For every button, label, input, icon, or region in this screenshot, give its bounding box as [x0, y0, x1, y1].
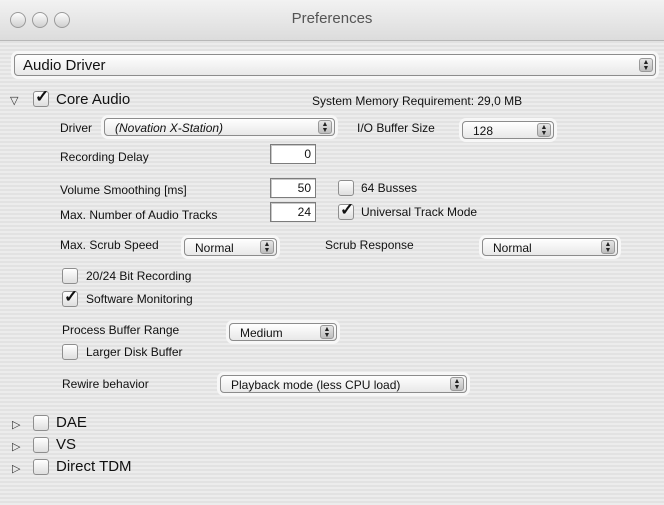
- vs-checkbox[interactable]: [33, 437, 49, 453]
- disclosure-triangle-collapsed-icon[interactable]: ▷: [12, 462, 20, 475]
- volume-smoothing-field[interactable]: 50: [270, 178, 316, 198]
- checkmark-icon: ✓: [64, 287, 79, 306]
- process-buffer-select[interactable]: Medium ▲ ▼: [229, 323, 337, 341]
- max-tracks-label: Max. Number of Audio Tracks: [60, 208, 218, 222]
- process-buffer-select-value: Medium: [240, 326, 283, 340]
- popup-arrows-icon: ▲ ▼: [450, 377, 464, 391]
- scrub-response-select-value: Normal: [493, 241, 532, 255]
- category-select[interactable]: Audio Driver ▲ ▼: [14, 54, 656, 76]
- universal-track-label: Universal Track Mode: [361, 205, 478, 219]
- popup-arrows-icon: ▲ ▼: [318, 120, 332, 134]
- window-title: Preferences: [291, 10, 373, 27]
- io-buffer-select[interactable]: 128 ▲ ▼: [462, 121, 554, 139]
- busses-label: 64 Busses: [361, 181, 418, 195]
- core-audio-label: Core Audio: [56, 91, 131, 108]
- memory-requirement-text: System Memory Requirement: 29,0 MB: [312, 94, 523, 108]
- io-buffer-select-value: 128: [473, 124, 494, 138]
- software-monitoring-checkbox[interactable]: ✓: [62, 287, 78, 307]
- software-monitoring-label: Software Monitoring: [86, 292, 193, 306]
- popup-arrows-icon: ▲ ▼: [537, 123, 551, 137]
- checkmark-icon: ✓: [340, 200, 355, 219]
- larger-disk-label: Larger Disk Buffer: [86, 345, 183, 359]
- io-buffer-label: I/O Buffer Size: [357, 121, 435, 135]
- checkmark-icon: ✓: [35, 87, 50, 106]
- larger-disk-checkbox[interactable]: [62, 344, 78, 360]
- popup-arrows-icon: ▲ ▼: [260, 240, 274, 254]
- recording-delay-field[interactable]: 0: [270, 144, 316, 164]
- core-audio-checkbox[interactable]: ✓: [33, 87, 49, 107]
- busses-checkbox[interactable]: [338, 180, 354, 196]
- popup-arrows-icon: ▲ ▼: [320, 325, 334, 339]
- universal-track-checkbox[interactable]: ✓: [338, 200, 354, 220]
- dae-label: DAE: [56, 414, 87, 431]
- direct-tdm-label: Direct TDM: [56, 458, 132, 475]
- dae-checkbox[interactable]: [33, 415, 49, 431]
- disclosure-triangle-expanded-icon[interactable]: ▽: [10, 94, 18, 107]
- vs-label: VS: [56, 436, 77, 453]
- disclosure-triangle-collapsed-icon[interactable]: ▷: [12, 418, 20, 431]
- bit-recording-checkbox[interactable]: [62, 268, 78, 284]
- driver-label: Driver: [60, 121, 92, 135]
- rewire-label: Rewire behavior: [62, 377, 149, 391]
- disclosure-triangle-collapsed-icon[interactable]: ▷: [12, 440, 20, 453]
- category-select-value: Audio Driver: [23, 57, 106, 74]
- scrub-response-select[interactable]: Normal ▲ ▼: [482, 238, 618, 256]
- scrub-response-label: Scrub Response: [325, 238, 414, 252]
- rewire-select[interactable]: Playback mode (less CPU load) ▲ ▼: [220, 375, 467, 393]
- rewire-select-value: Playback mode (less CPU load): [231, 378, 401, 392]
- recording-delay-label: Recording Delay: [60, 150, 149, 164]
- title-bar: Preferences: [0, 0, 664, 41]
- scrub-speed-label: Max. Scrub Speed: [60, 238, 159, 252]
- driver-select-value: (Novation X-Station): [115, 121, 224, 135]
- max-tracks-field[interactable]: 24: [270, 202, 316, 222]
- process-buffer-label: Process Buffer Range: [62, 323, 180, 337]
- scrub-speed-select[interactable]: Normal ▲ ▼: [184, 238, 277, 256]
- driver-select[interactable]: (Novation X-Station) ▲ ▼: [104, 118, 335, 136]
- direct-tdm-checkbox[interactable]: [33, 459, 49, 475]
- volume-smoothing-label: Volume Smoothing [ms]: [60, 183, 187, 197]
- bit-recording-label: 20/24 Bit Recording: [86, 269, 192, 283]
- popup-arrows-icon: ▲ ▼: [601, 240, 615, 254]
- popup-arrows-icon: ▲ ▼: [639, 58, 653, 72]
- scrub-speed-select-value: Normal: [195, 241, 234, 255]
